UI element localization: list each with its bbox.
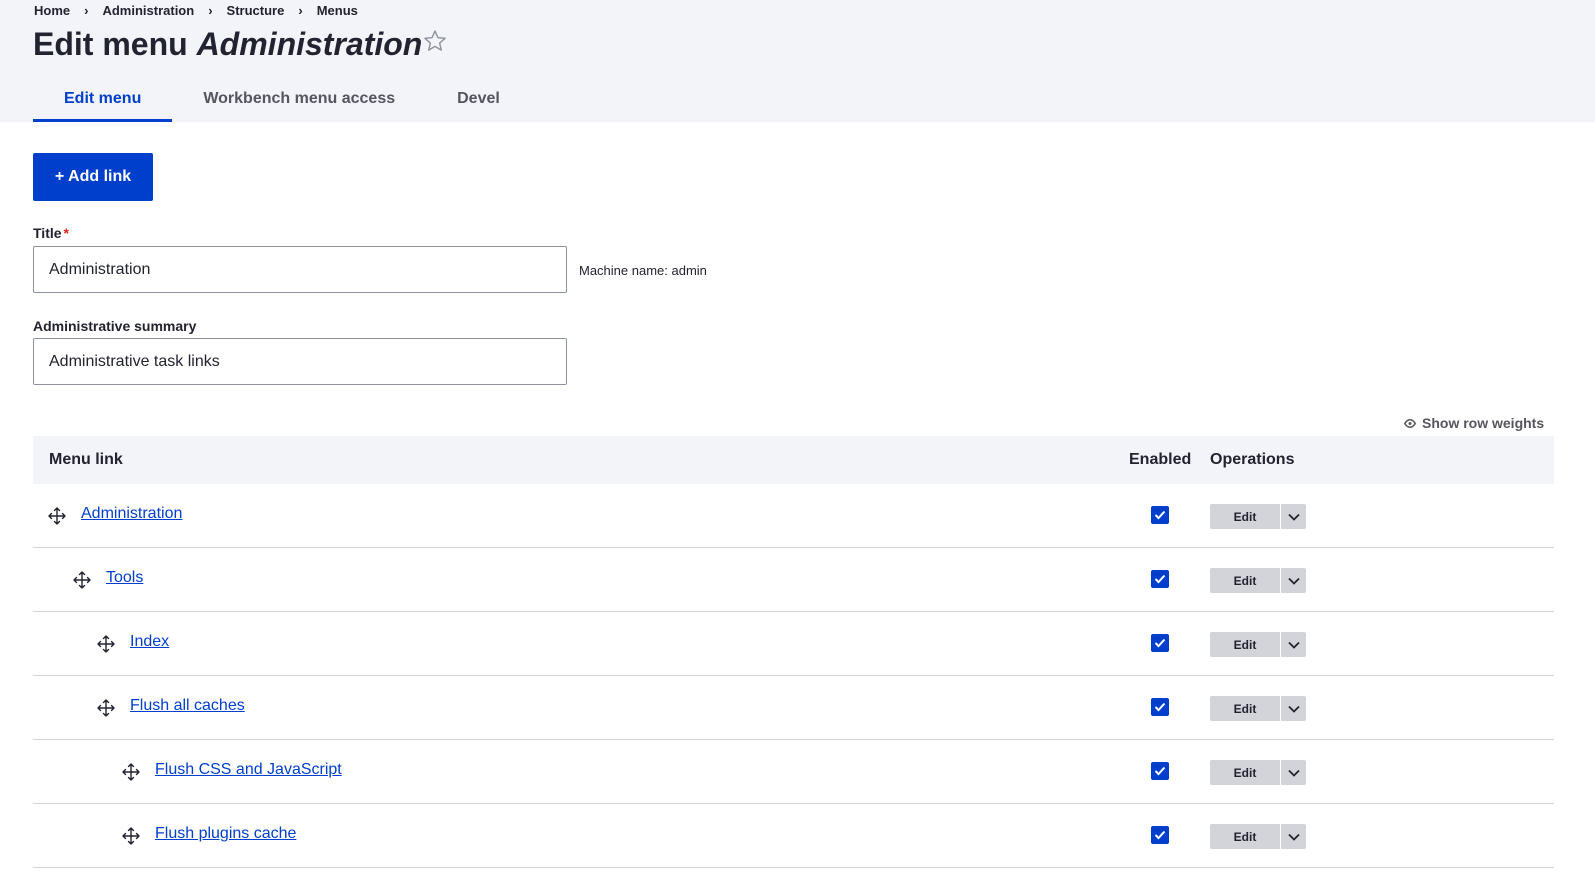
enabled-checkbox[interactable] xyxy=(1151,762,1169,780)
breadcrumb-menus[interactable]: Menus xyxy=(317,3,358,18)
drag-handle-icon[interactable] xyxy=(96,634,116,654)
enabled-checkbox[interactable] xyxy=(1151,634,1169,652)
edit-button[interactable]: Edit xyxy=(1210,760,1280,785)
table-header: Menu link Enabled Operations xyxy=(33,436,1554,484)
chevron-down-icon xyxy=(1287,705,1300,713)
menu-link-flush-css-and-javascript[interactable]: Flush CSS and JavaScript xyxy=(155,761,342,779)
page-title-menu-name: Administration xyxy=(196,26,423,62)
breadcrumb-separator: › xyxy=(208,3,213,18)
chevron-down-icon xyxy=(1287,513,1300,521)
column-header-operations: Operations xyxy=(1210,451,1295,468)
menu-link-flush-plugins-cache[interactable]: Flush plugins cache xyxy=(155,825,296,843)
title-input[interactable] xyxy=(33,246,567,293)
page-title-prefix: Edit menu xyxy=(33,26,188,62)
page-title: Edit menu Administration xyxy=(33,24,422,64)
title-label-text: Title xyxy=(33,225,62,241)
edit-button[interactable]: Edit xyxy=(1210,568,1280,593)
operations-dropbutton: Edit xyxy=(1210,632,1306,657)
edit-button[interactable]: Edit xyxy=(1210,632,1280,657)
check-icon xyxy=(1154,830,1166,840)
show-row-weights-toggle[interactable]: Show row weights xyxy=(1404,415,1544,431)
edit-button[interactable]: Edit xyxy=(1210,696,1280,721)
menu-link-administration[interactable]: Administration xyxy=(81,505,182,523)
drag-handle-icon[interactable] xyxy=(47,506,67,526)
table-row: Flush all caches Edit xyxy=(33,676,1554,740)
check-icon xyxy=(1154,574,1166,584)
breadcrumb-separator: › xyxy=(84,3,89,18)
check-icon xyxy=(1154,510,1166,520)
drag-handle-icon[interactable] xyxy=(96,698,116,718)
column-header-enabled: Enabled xyxy=(1129,451,1192,468)
machine-name: Machine name: admin xyxy=(579,263,707,278)
breadcrumb-separator: › xyxy=(298,3,303,18)
operations-dropbutton: Edit xyxy=(1210,504,1306,529)
chevron-down-icon xyxy=(1287,769,1300,777)
check-icon xyxy=(1154,702,1166,712)
operations-toggle[interactable] xyxy=(1281,568,1306,593)
operations-dropbutton: Edit xyxy=(1210,760,1306,785)
table-row: Administration Edit xyxy=(33,484,1554,548)
menu-links-table: Menu link Enabled Operations Administrat… xyxy=(33,436,1554,868)
edit-button[interactable]: Edit xyxy=(1210,824,1280,849)
check-icon xyxy=(1154,638,1166,648)
breadcrumb-home[interactable]: Home xyxy=(34,3,70,18)
summary-label: Administrative summary xyxy=(33,318,197,334)
enabled-checkbox[interactable] xyxy=(1151,826,1169,844)
operations-dropbutton: Edit xyxy=(1210,824,1306,849)
breadcrumb: Home › Administration › Structure › Menu… xyxy=(34,3,358,18)
drag-handle-icon[interactable] xyxy=(121,762,141,782)
enabled-checkbox[interactable] xyxy=(1151,698,1169,716)
operations-dropbutton: Edit xyxy=(1210,696,1306,721)
breadcrumb-structure[interactable]: Structure xyxy=(227,3,285,18)
tab-devel[interactable]: Devel xyxy=(426,80,531,122)
required-marker: * xyxy=(63,225,69,241)
operations-toggle[interactable] xyxy=(1281,632,1306,657)
operations-toggle[interactable] xyxy=(1281,760,1306,785)
edit-button[interactable]: Edit xyxy=(1210,504,1280,529)
menu-link-flush-all-caches[interactable]: Flush all caches xyxy=(130,697,245,715)
table-row: Tools Edit xyxy=(33,548,1554,612)
table-row: Index Edit xyxy=(33,612,1554,676)
breadcrumb-administration[interactable]: Administration xyxy=(102,3,194,18)
table-row: Flush CSS and JavaScript Edit xyxy=(33,740,1554,804)
table-row: Flush plugins cache Edit xyxy=(33,804,1554,868)
star-icon[interactable] xyxy=(422,28,448,54)
tab-edit-menu[interactable]: Edit menu xyxy=(33,80,173,122)
eye-icon xyxy=(1404,418,1416,428)
menu-link-index[interactable]: Index xyxy=(130,633,169,651)
operations-dropbutton: Edit xyxy=(1210,568,1306,593)
check-icon xyxy=(1154,766,1166,776)
chevron-down-icon xyxy=(1287,833,1300,841)
summary-input[interactable] xyxy=(33,338,567,385)
chevron-down-icon xyxy=(1287,577,1300,585)
enabled-checkbox[interactable] xyxy=(1151,506,1169,524)
title-label: Title * xyxy=(33,225,69,241)
drag-handle-icon[interactable] xyxy=(121,826,141,846)
add-link-button[interactable]: + Add link xyxy=(33,153,153,201)
column-header-menu-link: Menu link xyxy=(49,451,123,468)
tab-workbench-menu-access[interactable]: Workbench menu access xyxy=(172,80,426,122)
page-header: Home › Administration › Structure › Menu… xyxy=(0,0,1595,122)
tabs: Edit menu Workbench menu access Devel xyxy=(33,80,531,122)
operations-toggle[interactable] xyxy=(1281,504,1306,529)
enabled-checkbox[interactable] xyxy=(1151,570,1169,588)
operations-toggle[interactable] xyxy=(1281,696,1306,721)
chevron-down-icon xyxy=(1287,641,1300,649)
operations-toggle[interactable] xyxy=(1281,824,1306,849)
drag-handle-icon[interactable] xyxy=(72,570,92,590)
menu-link-tools[interactable]: Tools xyxy=(106,569,143,587)
show-row-weights-label: Show row weights xyxy=(1422,415,1545,431)
